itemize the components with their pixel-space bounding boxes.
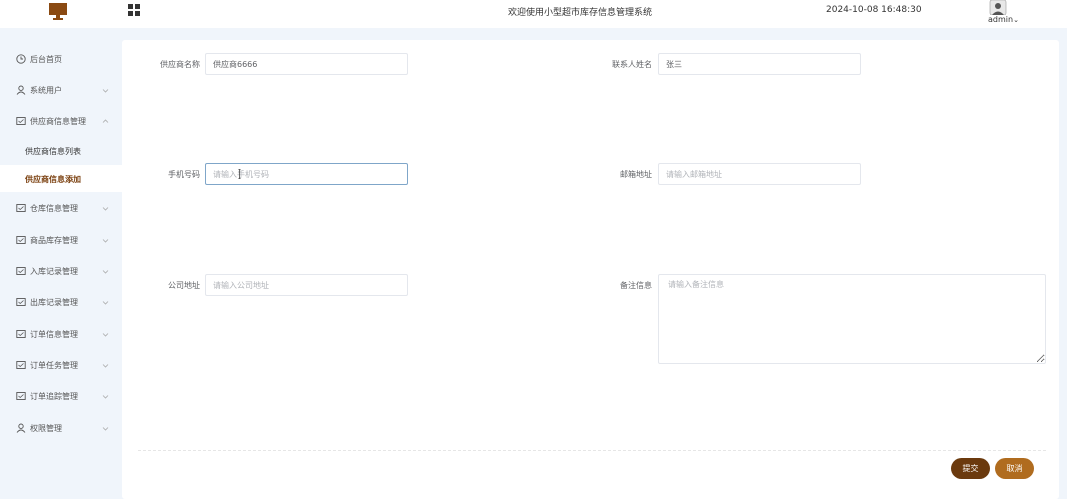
window-icon: [16, 236, 26, 244]
window-icon: [16, 361, 26, 369]
chevron-down-icon: [102, 363, 109, 368]
window-icon: [16, 330, 26, 338]
top-header: 欢迎使用小型超市库存信息管理系统 2024-10-08 16:48:30 adm…: [0, 0, 1067, 28]
sidebar: 后台首页 系统用户 供应商信息管理 供应商信息列表 供应商信息添加 仓库信息管理…: [0, 28, 122, 499]
sidebar-subitem-label: 供应商信息添加: [25, 175, 81, 184]
address-input[interactable]: [205, 274, 408, 296]
username-label: admin: [988, 15, 1014, 24]
chevron-down-icon: [102, 88, 109, 93]
supplier-name-label: 供应商名称: [160, 60, 200, 69]
sidebar-item-stock[interactable]: 商品库存管理: [0, 225, 122, 255]
sidebar-item-order-tasks[interactable]: 订单任务管理: [0, 350, 122, 380]
sidebar-item-label: 供应商信息管理: [30, 116, 86, 126]
email-label: 邮箱地址: [620, 170, 652, 179]
chevron-down-icon: [102, 394, 109, 399]
contact-name-input[interactable]: [658, 53, 861, 75]
sidebar-item-order-tracking[interactable]: 订单追踪管理: [0, 381, 122, 411]
email-input[interactable]: [658, 163, 861, 185]
user-icon: [16, 85, 26, 95]
menu-grid-icon[interactable]: [128, 4, 140, 16]
avatar[interactable]: [989, 0, 1007, 15]
sidebar-item-inbound[interactable]: 入库记录管理: [0, 256, 122, 286]
form-divider: [138, 450, 1046, 451]
supplier-name-input[interactable]: [205, 53, 408, 75]
sidebar-item-label: 后台首页: [30, 54, 62, 64]
form-panel: [122, 40, 1059, 499]
contact-name-label: 联系人姓名: [612, 60, 652, 69]
sidebar-subitem-label: 供应商信息列表: [25, 147, 81, 156]
chevron-down-icon: [102, 332, 109, 337]
sidebar-item-permissions[interactable]: 权限管理: [0, 413, 122, 443]
chevron-down-icon: [102, 238, 109, 243]
user-menu[interactable]: admin⌄: [988, 15, 1019, 24]
chevron-up-icon: [102, 118, 109, 123]
page-title: 欢迎使用小型超市库存信息管理系统: [507, 8, 652, 18]
sidebar-item-warehouse[interactable]: 仓库信息管理: [0, 193, 122, 223]
sidebar-item-dashboard[interactable]: 后台首页: [0, 44, 122, 74]
phone-input[interactable]: [205, 163, 408, 185]
clock-icon: [16, 54, 26, 64]
sidebar-item-outbound[interactable]: 出库记录管理: [0, 287, 122, 317]
sidebar-item-supplier[interactable]: 供应商信息管理: [0, 106, 122, 136]
remark-label: 备注信息: [620, 281, 652, 290]
window-icon: [16, 392, 26, 400]
chevron-down-icon: [102, 426, 109, 431]
cancel-button[interactable]: 取消: [995, 458, 1034, 479]
sidebar-item-label: 订单任务管理: [30, 360, 78, 370]
sidebar-item-label: 系统用户: [30, 85, 62, 95]
window-icon: [16, 204, 26, 212]
sidebar-item-orders[interactable]: 订单信息管理: [0, 319, 122, 349]
submit-button[interactable]: 提交: [951, 458, 990, 479]
chevron-down-icon: [102, 300, 109, 305]
address-label: 公司地址: [168, 281, 200, 290]
sidebar-item-label: 仓库信息管理: [30, 203, 78, 213]
sidebar-subitem-supplier-add[interactable]: 供应商信息添加: [0, 165, 122, 192]
chevron-down-icon: [102, 206, 109, 211]
sidebar-item-label: 权限管理: [30, 423, 62, 433]
chevron-down-icon: ⌄: [1013, 16, 1019, 24]
sidebar-item-label: 订单信息管理: [30, 329, 78, 339]
sidebar-subitem-supplier-list[interactable]: 供应商信息列表: [0, 137, 122, 164]
window-icon: [16, 117, 26, 125]
sidebar-item-label: 出库记录管理: [30, 297, 78, 307]
sidebar-item-system-users[interactable]: 系统用户: [0, 75, 122, 105]
sidebar-item-label: 商品库存管理: [30, 235, 78, 245]
window-icon: [16, 298, 26, 306]
sidebar-item-label: 入库记录管理: [30, 266, 78, 276]
window-icon: [16, 267, 26, 275]
monitor-logo-icon: [49, 3, 67, 20]
remark-textarea[interactable]: [658, 274, 1046, 364]
phone-label: 手机号码: [168, 170, 200, 179]
chevron-down-icon: [102, 269, 109, 274]
sidebar-item-label: 订单追踪管理: [30, 391, 78, 401]
user-icon: [16, 423, 26, 433]
text-cursor-icon: [238, 169, 241, 179]
datetime-display: 2024-10-08 16:48:30: [826, 5, 922, 15]
